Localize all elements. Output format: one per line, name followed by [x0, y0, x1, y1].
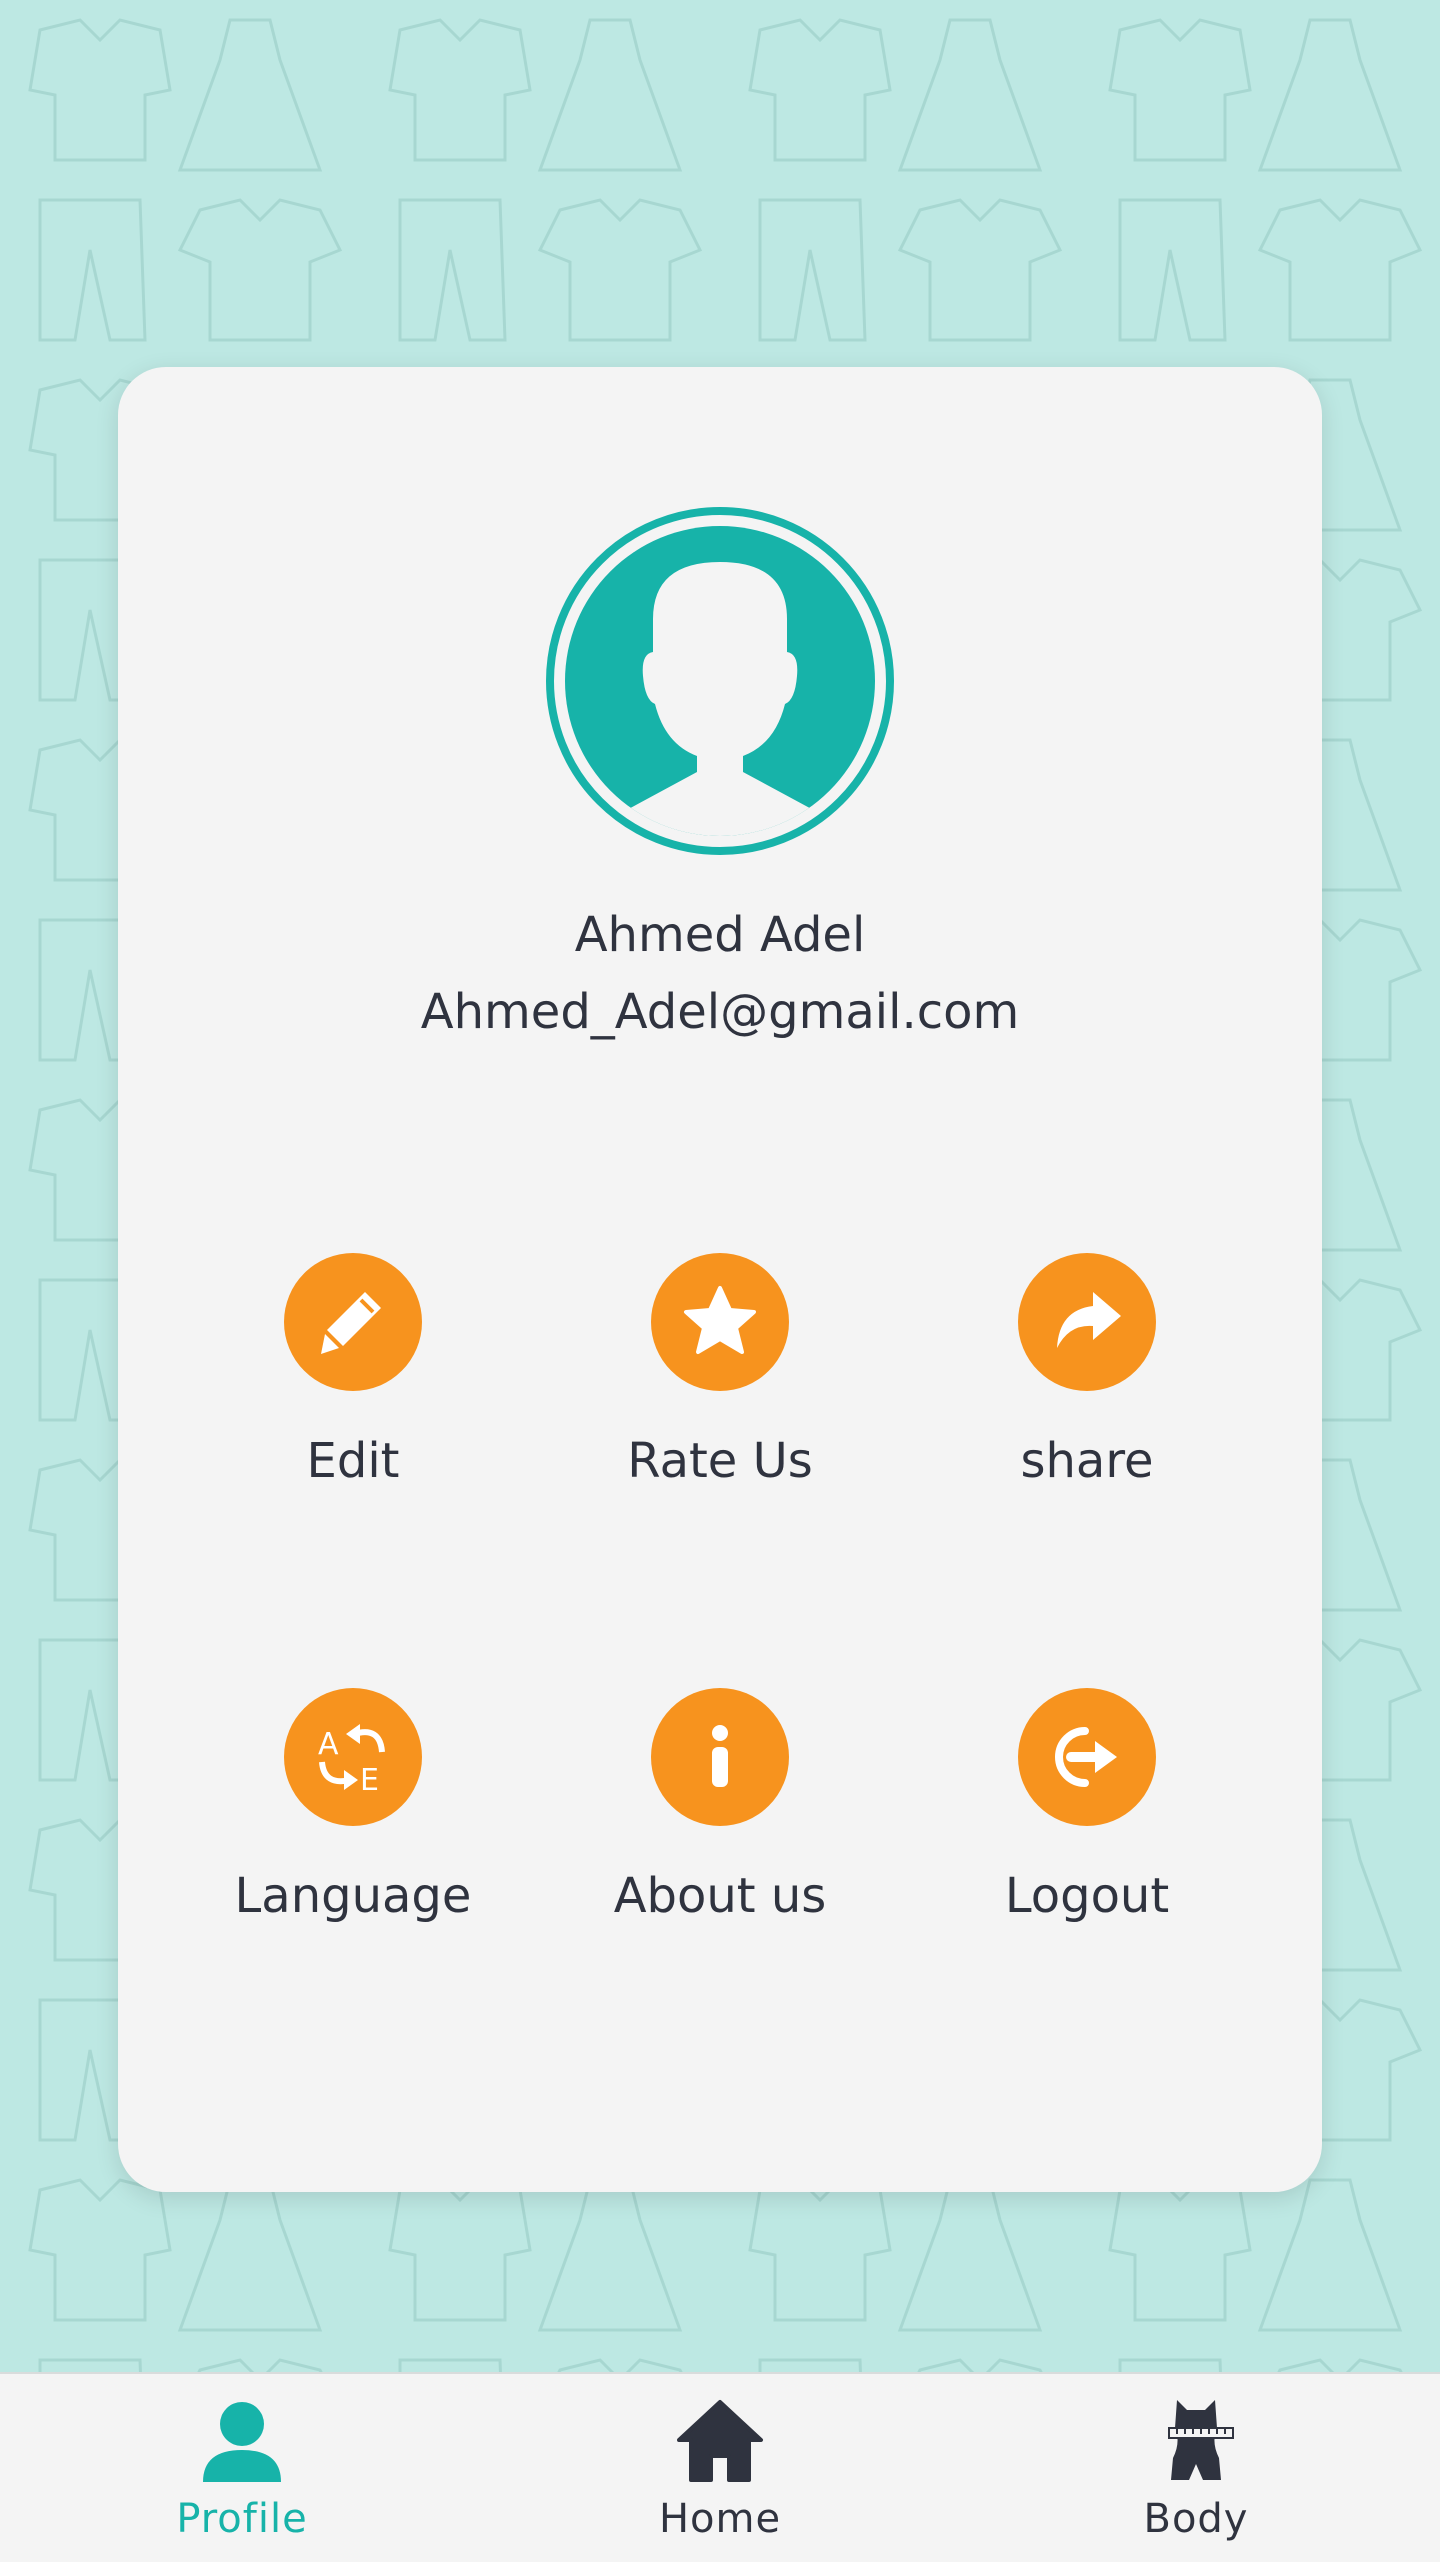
- edit-button[interactable]: Edit: [203, 1253, 503, 1491]
- nav-item-home[interactable]: Home: [600, 2398, 840, 2544]
- profile-card: Ahmed Adel Ahmed_Adel@gmail.com Edit Rat…: [118, 367, 1322, 2192]
- about-us-circle: [651, 1688, 789, 1826]
- rate-us-button[interactable]: Rate Us: [570, 1253, 870, 1491]
- share-icon: [1057, 1292, 1121, 1348]
- nav-item-profile[interactable]: Profile: [122, 2398, 362, 2544]
- rate-us-label: Rate Us: [627, 1433, 813, 1489]
- share-circle: [1018, 1253, 1156, 1391]
- nav-label-body: Body: [1143, 2496, 1249, 2542]
- logout-circle: [1018, 1688, 1156, 1826]
- language-circle: A E: [284, 1688, 422, 1826]
- pencil-icon: [321, 1292, 381, 1354]
- language-button[interactable]: A E Language: [203, 1688, 503, 1926]
- svg-text:E: E: [360, 1763, 379, 1798]
- about-us-button[interactable]: About us: [570, 1688, 870, 1926]
- edit-label: Edit: [306, 1433, 400, 1489]
- user-name: Ahmed Adel: [574, 907, 866, 963]
- body-measure-icon: [1168, 2400, 1234, 2480]
- rate-us-circle: [651, 1253, 789, 1391]
- star-icon: [684, 1286, 756, 1354]
- logout-button[interactable]: Logout: [937, 1688, 1237, 1926]
- svg-text:A: A: [318, 1727, 339, 1762]
- user-avatar-icon[interactable]: [543, 504, 897, 858]
- logout-label: Logout: [1004, 1868, 1170, 1924]
- language-icon: A E: [318, 1724, 385, 1798]
- language-label: Language: [234, 1868, 472, 1924]
- info-icon: [712, 1725, 728, 1787]
- bottom-navigation: Profile Home Body: [0, 2372, 1440, 2562]
- home-icon: [677, 2400, 763, 2482]
- nav-item-body[interactable]: Body: [1076, 2398, 1316, 2544]
- share-button[interactable]: share: [937, 1253, 1237, 1491]
- nav-label-profile: Profile: [176, 2496, 308, 2542]
- about-us-label: About us: [613, 1868, 827, 1924]
- logout-icon: [1055, 1727, 1117, 1787]
- user-email: Ahmed_Adel@gmail.com: [420, 984, 1020, 1040]
- nav-label-home: Home: [658, 2496, 782, 2542]
- share-label: share: [1020, 1433, 1154, 1489]
- person-icon: [203, 2402, 281, 2482]
- edit-circle: [284, 1253, 422, 1391]
